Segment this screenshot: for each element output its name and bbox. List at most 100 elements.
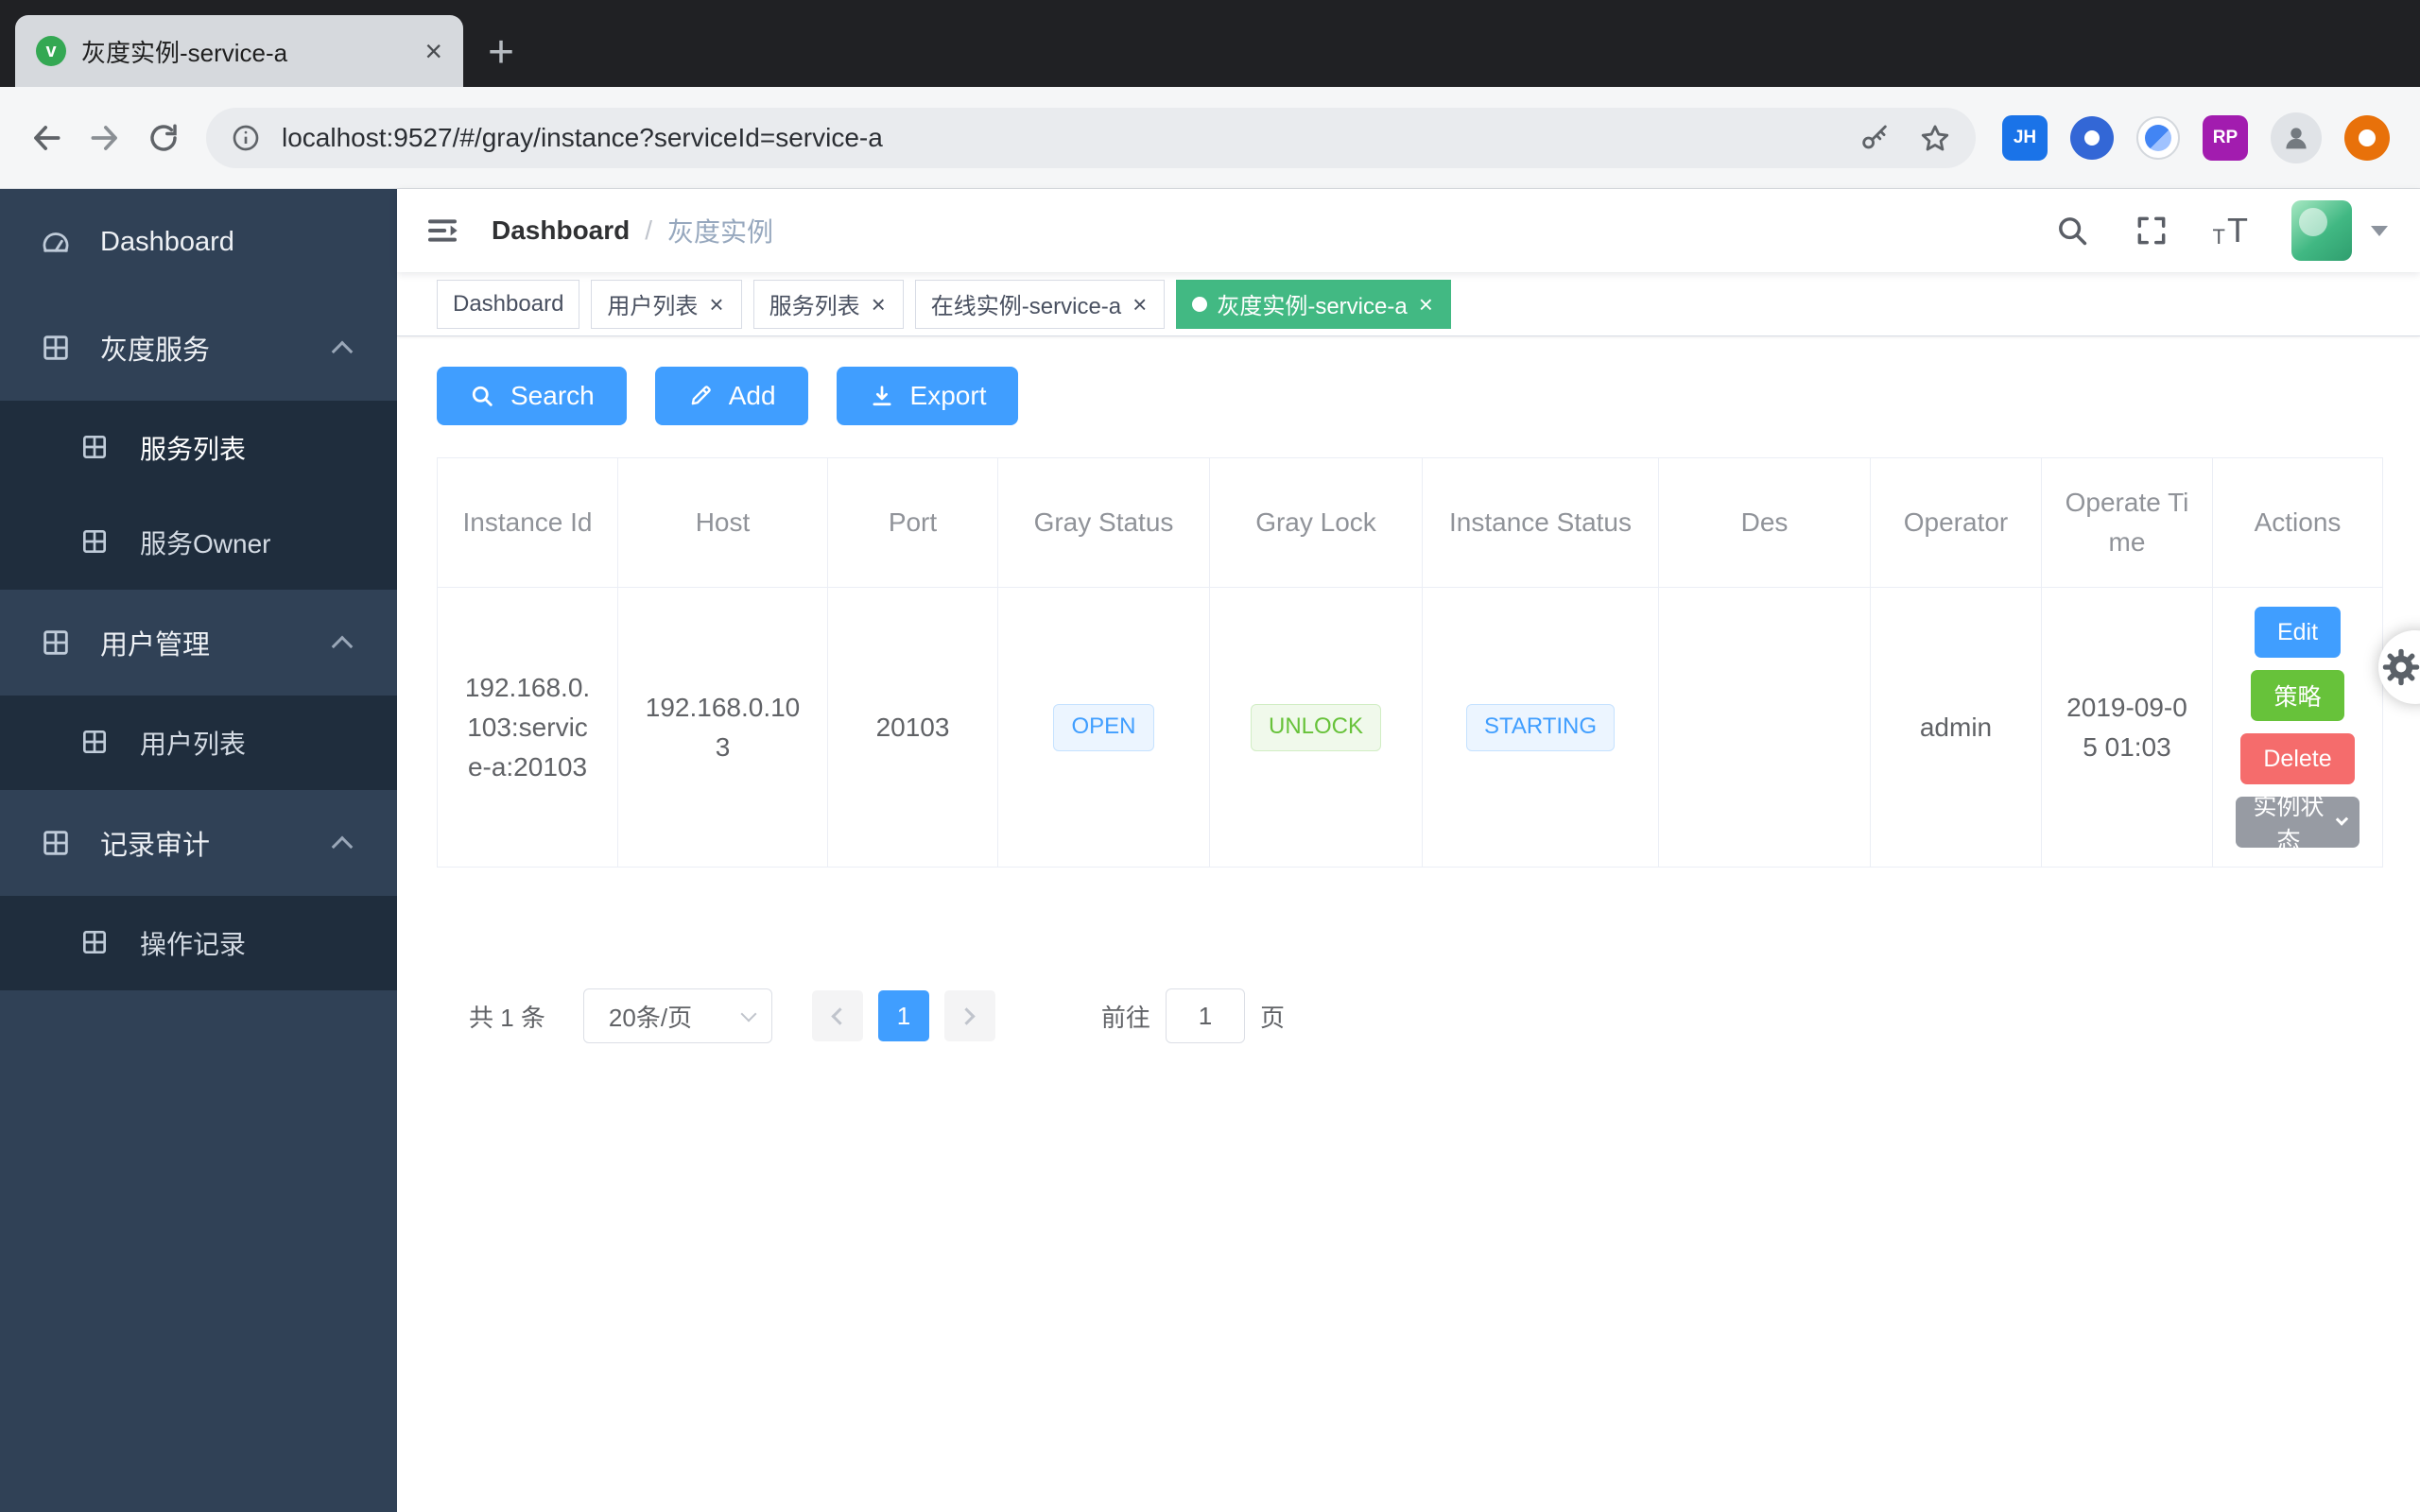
tab-title: 灰度实例-service-a xyxy=(81,34,404,69)
total-count-label: 共 1 条 xyxy=(469,999,545,1034)
edit-pencil-icon xyxy=(687,383,714,409)
delete-button[interactable]: Delete xyxy=(2240,733,2354,784)
back-button[interactable] xyxy=(17,109,76,167)
sidebar-group-audit[interactable]: 记录审计 xyxy=(0,790,397,896)
extension-globe-icon[interactable] xyxy=(2136,116,2180,160)
submenu-audit: 操作记录 xyxy=(0,896,397,990)
goto-page-input[interactable] xyxy=(1166,988,1245,1043)
grid-icon xyxy=(40,627,72,659)
search-button[interactable]: Search xyxy=(437,367,627,425)
search-icon xyxy=(469,383,495,409)
screen: v 灰度实例-service-a × + localhost:9527/#/gr… xyxy=(0,0,2420,1512)
new-tab-button[interactable]: + xyxy=(488,30,514,76)
add-button[interactable]: Add xyxy=(655,367,808,425)
forward-button[interactable] xyxy=(76,109,134,167)
breadcrumb-dashboard-link[interactable]: Dashboard xyxy=(492,215,630,246)
sidebar-group-label: 灰度服务 xyxy=(100,328,210,368)
chevron-down-icon[interactable] xyxy=(2371,226,2388,236)
navbar-right: TT xyxy=(2054,200,2420,261)
tag-service-list[interactable]: 服务列表 × xyxy=(753,280,904,329)
font-size-icon[interactable]: TT xyxy=(2213,214,2248,248)
app-navbar: Dashboard / 灰度实例 TT xyxy=(397,189,2420,272)
extension-jh-icon[interactable]: JH xyxy=(2002,115,2048,161)
site-info-icon[interactable] xyxy=(231,123,261,153)
tag-online-instance[interactable]: 在线实例-service-a × xyxy=(915,280,1166,329)
password-key-icon[interactable] xyxy=(1858,122,1891,154)
chevron-up-icon xyxy=(332,836,354,858)
bookmark-star-icon[interactable] xyxy=(1919,122,1951,154)
page-number-1[interactable]: 1 xyxy=(878,990,929,1041)
sidebar-item-service-owner[interactable]: 服务Owner xyxy=(0,495,397,590)
column-header-gray-status: Gray Status xyxy=(998,458,1210,588)
search-icon[interactable] xyxy=(2054,213,2090,249)
table-row: 192.168.0.103:service-a:20103 192.168.0.… xyxy=(438,588,2383,868)
sidebar-item-dashboard[interactable]: Dashboard xyxy=(0,189,397,295)
tag-label: 服务列表 xyxy=(769,287,860,320)
page-content: Search Add Export xyxy=(397,336,2420,1512)
grid-icon xyxy=(79,432,112,464)
instance-status-badge: STARTING xyxy=(1466,704,1615,751)
gear-icon xyxy=(2379,645,2420,689)
chevron-right-icon xyxy=(959,1007,976,1024)
tag-close-icon[interactable]: × xyxy=(1131,292,1149,317)
reload-button[interactable] xyxy=(134,109,193,167)
sidebar-item-operation-log[interactable]: 操作记录 xyxy=(0,896,397,990)
sidebar-item-label: Dashboard xyxy=(100,227,234,258)
next-page-button[interactable] xyxy=(944,990,995,1041)
column-header-host: Host xyxy=(618,458,828,588)
tab-close-button[interactable]: × xyxy=(419,36,448,66)
tag-user-list[interactable]: 用户列表 × xyxy=(591,280,741,329)
sidebar-item-label: 用户列表 xyxy=(140,724,246,762)
policy-button[interactable]: 策略 xyxy=(2251,670,2343,721)
goto-label: 前往 xyxy=(1101,999,1150,1034)
export-button[interactable]: Export xyxy=(837,367,1019,425)
tag-gray-instance-active[interactable]: 灰度实例-service-a × xyxy=(1176,280,1451,329)
cell-operate-time: 2019-09-05 01:03 xyxy=(2042,588,2213,868)
sidebar-group-user-mgmt[interactable]: 用户管理 xyxy=(0,590,397,696)
breadcrumb: Dashboard / 灰度实例 xyxy=(492,212,773,249)
instance-status-dropdown[interactable]: 实例状态 xyxy=(2236,797,2360,848)
search-button-label: Search xyxy=(510,381,595,411)
tag-dashboard[interactable]: Dashboard xyxy=(437,280,579,329)
sidebar-item-service-list[interactable]: 服务列表 xyxy=(0,401,397,495)
fullscreen-icon[interactable] xyxy=(2134,213,2169,249)
sidebar-item-user-list[interactable]: 用户列表 xyxy=(0,696,397,790)
table-header-row: Instance Id Host Port Gray Status Gray L… xyxy=(438,458,2383,588)
page-size-select[interactable]: 20条/页 xyxy=(583,988,772,1043)
gray-lock-badge: UNLOCK xyxy=(1251,704,1381,751)
column-header-operator: Operator xyxy=(1871,458,2042,588)
add-button-label: Add xyxy=(729,381,776,411)
extension-blue-icon[interactable] xyxy=(2070,116,2114,160)
grid-icon xyxy=(40,827,72,859)
user-avatar[interactable] xyxy=(2291,200,2352,261)
address-bar[interactable]: localhost:9527/#/gray/instance?serviceId… xyxy=(206,108,1976,168)
update-warning-icon[interactable] xyxy=(2344,115,2390,161)
extension-rp-icon[interactable]: RP xyxy=(2203,115,2248,161)
gray-status-badge: OPEN xyxy=(1053,704,1153,751)
browser-toolbar: localhost:9527/#/gray/instance?serviceId… xyxy=(0,87,2420,189)
sidebar-toggle-icon[interactable] xyxy=(397,189,488,272)
cell-actions: Edit 策略 Delete 实例状态 xyxy=(2213,588,2383,868)
column-header-des: Des xyxy=(1659,458,1871,588)
cell-host: 192.168.0.103 xyxy=(618,588,828,868)
edit-button[interactable]: Edit xyxy=(2255,607,2341,658)
sidebar-group-gray-service[interactable]: 灰度服务 xyxy=(0,295,397,401)
extension-blue-dot xyxy=(2084,130,2100,146)
favicon: v xyxy=(36,36,66,66)
prev-page-button[interactable] xyxy=(812,990,863,1041)
sidebar-item-label: 服务Owner xyxy=(140,524,270,561)
column-header-port: Port xyxy=(828,458,998,588)
tag-close-icon[interactable]: × xyxy=(1417,292,1435,317)
extensions-row: JH RP xyxy=(1989,112,2403,163)
grid-icon xyxy=(40,332,72,364)
cell-instance-status: STARTING xyxy=(1423,588,1659,868)
dashboard-icon xyxy=(40,226,72,258)
goto-unit-label: 页 xyxy=(1260,999,1285,1034)
tag-label: 在线实例-service-a xyxy=(931,287,1121,320)
warning-dot xyxy=(2359,129,2376,146)
browser-tab[interactable]: v 灰度实例-service-a × xyxy=(15,15,463,87)
browser-profile-avatar[interactable] xyxy=(2271,112,2322,163)
avatar-highlight xyxy=(2299,208,2327,236)
tag-close-icon[interactable]: × xyxy=(870,292,888,317)
tag-close-icon[interactable]: × xyxy=(707,292,725,317)
